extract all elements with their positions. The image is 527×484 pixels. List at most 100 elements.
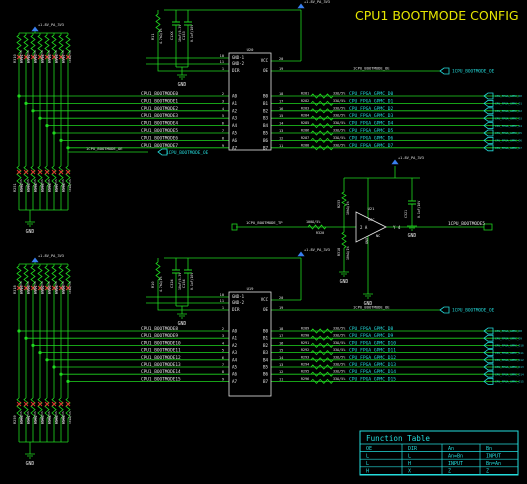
pulldown-refdes: R254: [34, 183, 38, 192]
capacitor-symbol: [408, 200, 416, 205]
series-refdes: R282: [301, 99, 309, 103]
oe-offpage-label: 1CPU_BOOTMODE_OE: [452, 69, 495, 75]
series-resistor-symbol: [310, 130, 334, 136]
dir-res-value: 4.7kΩ/1%: [159, 277, 163, 292]
pin-name: B4: [263, 357, 269, 362]
series-value: 33Ω/5%: [333, 129, 345, 133]
function-table-header: DIR: [408, 446, 418, 452]
schematic-canvas: +1.8V_PA_3V3 R310 10kΩ/1% R311 10kΩ/1% R312 10…: [0, 0, 527, 480]
gate-input-net: 1CPU_BOOTMODE_TP: [246, 220, 283, 225]
pin-number: 11: [220, 299, 224, 303]
pin-number: 7: [222, 129, 224, 133]
pin-name: A1: [232, 101, 238, 106]
gate-pin-name: NC: [376, 234, 380, 238]
pin-number: 15: [279, 349, 283, 353]
offpage-connector-icon: [439, 306, 450, 314]
pullup-refdes: R325: [62, 285, 66, 294]
resistor-symbol: [65, 265, 71, 285]
pin-number: 14: [279, 356, 283, 360]
function-table-cell: INPUT: [486, 453, 501, 459]
power-net-label: +1.8V_PA_3V3: [304, 248, 330, 252]
pin-number: 6: [222, 122, 224, 126]
pulldown-refdes: R259: [13, 415, 17, 424]
resistor-symbol: [23, 34, 29, 54]
series-refdes: R285: [301, 121, 309, 125]
dir-res-refdes: R10: [151, 282, 155, 289]
pin-name: B3: [263, 350, 269, 355]
series-value: 33Ω/5%: [333, 121, 345, 125]
resistor-symbol: [341, 231, 347, 249]
series-refdes: R291: [301, 341, 309, 345]
pin-number: 4: [222, 107, 224, 111]
pin-name: B2: [263, 108, 269, 113]
cap-refdes: C324: [170, 279, 174, 288]
series-value: 33Ω/5%: [333, 114, 345, 118]
pin-number: 17: [279, 334, 283, 338]
pin-name: B6: [263, 372, 269, 377]
pin-number: 1: [222, 67, 224, 71]
gate-series-value: 100Ω/5%: [306, 220, 320, 224]
output-net-label: CPU_FPGA_GPMC_D5: [349, 128, 393, 134]
ground-symbol: [177, 74, 187, 80]
function-table-cell: Bn=An: [486, 461, 501, 467]
output-net-label: CPU_FPGA_GPMC_D0: [349, 91, 393, 97]
resistor-symbol: [16, 34, 22, 54]
resistor-symbol: [44, 34, 50, 54]
output-net-label: CPU_FPGA_GPMC_D15: [349, 376, 396, 382]
series-resistor-symbol: [310, 93, 334, 99]
pin-name: A6: [232, 138, 238, 143]
wire-layer: [17, 9, 519, 454]
pin-name: B7: [263, 145, 269, 150]
pulldown-refdes: R252: [20, 183, 24, 192]
input-net-label: CPU1_BOOTMODE14: [141, 369, 181, 375]
pullup-refdes: R320: [27, 285, 31, 294]
pulldown-refdes: R263: [41, 415, 45, 424]
pin-number: 12: [279, 370, 283, 374]
output-net-label: CPU_FPGA_GPMC_D9: [349, 333, 393, 339]
function-table-header: OE: [366, 446, 372, 452]
series-refdes: R294: [301, 363, 309, 367]
offpage-net-label: CPU_FPGA_GPMC_D6: [495, 139, 522, 143]
pullup-refdes: R317: [62, 54, 66, 63]
input-net-label: CPU1_BOOTMODE1: [141, 98, 178, 104]
series-refdes: R286: [301, 129, 309, 133]
pulldown-refdes: R264: [48, 415, 52, 424]
pin-name: B6: [263, 138, 269, 143]
pulldown-refdes: R260: [20, 415, 24, 424]
resistor-symbol: [65, 34, 71, 54]
gate-refdes: U21: [368, 206, 376, 211]
output-net-label: CPU_FPGA_GPMC_D4: [349, 121, 393, 127]
offpage-net-label: CPU_FPGA_GPMC_D10: [495, 344, 524, 348]
pin-name: A6: [232, 372, 238, 377]
oe-left-offpage-label: 1CPU_BOOTMODE_OE: [166, 150, 209, 156]
power-arrow-icon: [297, 3, 305, 9]
function-table-cell: L: [366, 461, 369, 467]
pin-name: OE: [263, 68, 269, 73]
pin-number: 14: [279, 122, 283, 126]
power-net-label: +1.8V_PA_3V3: [38, 254, 64, 258]
output-net-label: CPU_FPGA_GPMC_D8: [349, 326, 393, 332]
output-net-label: CPU_FPGA_GPMC_D12: [349, 355, 396, 361]
pin-number: 18: [279, 92, 283, 96]
offpage-net-label: CPU_FPGA_GPMC_D8: [495, 329, 522, 333]
schematic: +1.8V_PA_3V3R310 10kΩ/1%R311 10kΩ/1%R312 10…: [13, 0, 524, 476]
pulldown-refdes: R262: [34, 415, 38, 424]
pulldown-refdes: R261: [27, 415, 31, 424]
pin-number: 17: [279, 99, 283, 103]
pin-name: B2: [263, 343, 269, 348]
ground-symbol: [363, 293, 373, 299]
pin-name: A4: [232, 357, 238, 362]
series-refdes: R293: [301, 355, 309, 359]
series-refdes: R283: [301, 106, 309, 110]
power-net-label: +1.8V_PA_3V3: [38, 23, 64, 27]
pin-number: 13: [279, 363, 283, 367]
pin-name: DIR: [232, 68, 240, 73]
output-net-label: CPU_FPGA_GPMC_D3: [349, 113, 393, 119]
power-arrow-icon: [391, 159, 399, 165]
text-layer: +1.8V_PA_3V3R310 10kΩ/1%R311 10kΩ/1%R312 10…: [13, 0, 524, 475]
ground-symbol: [25, 221, 35, 227]
power-net-label: +1.8V_PA_3V3: [398, 156, 424, 160]
pin-number: 7: [222, 363, 224, 367]
series-resistor-symbol: [310, 371, 334, 377]
pin-name: A0: [232, 94, 238, 99]
